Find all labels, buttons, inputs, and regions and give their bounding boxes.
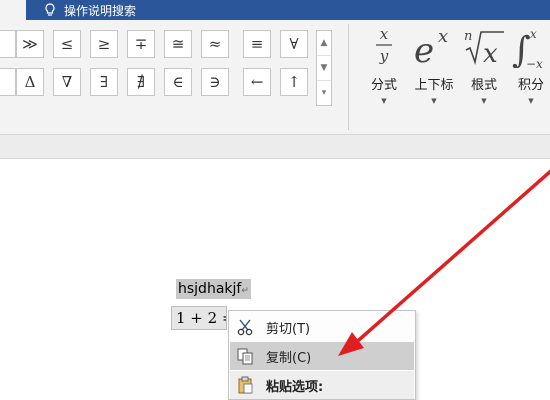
fraction-label: 分式 bbox=[370, 78, 397, 93]
symbol-button[interactable]: ∃ bbox=[90, 68, 118, 96]
symbol-button[interactable]: ∇ bbox=[53, 68, 81, 96]
radical-label: 根式 bbox=[470, 78, 497, 93]
tell-me-label: 操作说明搜索 bbox=[64, 3, 137, 18]
ribbon-tab-fragment[interactable] bbox=[0, 0, 26, 20]
document-text-line[interactable]: hsjdhakjf↵ bbox=[176, 279, 251, 299]
symbol-button[interactable]: ≈ bbox=[201, 30, 229, 58]
symbol-button[interactable]: ∋ bbox=[201, 68, 229, 96]
symbol-button[interactable]: ≡ bbox=[243, 30, 271, 58]
script-label: 上下标 bbox=[414, 78, 454, 93]
symbol-button[interactable] bbox=[0, 30, 16, 58]
symbol-button[interactable]: ↑ bbox=[280, 68, 308, 96]
context-menu: 剪切(T) 复制(C) 粘贴选项: bbox=[228, 310, 416, 400]
chevron-down-icon: ▼ bbox=[481, 97, 487, 105]
integral-icon: ∫ x −x bbox=[512, 24, 550, 68]
symbol-button[interactable]: ∈ bbox=[164, 68, 192, 96]
title-bar: 操作说明搜索 bbox=[0, 0, 550, 20]
equation-text: 1 + 2 = bbox=[176, 309, 226, 327]
lightbulb-icon bbox=[44, 3, 56, 17]
script-button[interactable]: e x 上下标 ▼ bbox=[408, 24, 460, 105]
equation-ribbon: ≫ ≤ ≥ ∓ ≅ ≈ ≡ ∀ Δ ∇ ∃ ∄ ∈ ∋ ← ↑ ▲ ▼ ▾ x … bbox=[0, 20, 550, 135]
ribbon-separator bbox=[348, 24, 349, 130]
paste-icon bbox=[230, 376, 260, 394]
fraction-icon: x y bbox=[364, 24, 404, 68]
selected-text: hsjdhakjf bbox=[178, 281, 242, 297]
symbol-button[interactable]: ← bbox=[243, 68, 271, 96]
symbol-button[interactable]: ∄ bbox=[127, 68, 155, 96]
svg-text:x: x bbox=[530, 27, 537, 41]
fraction-button[interactable]: x y 分式 ▼ bbox=[364, 24, 404, 105]
equation-box[interactable]: 1 + 2 = bbox=[171, 306, 227, 330]
menu-item-label: 粘贴选项: bbox=[266, 379, 324, 395]
symbol-button[interactable]: ≫ bbox=[16, 30, 44, 58]
chevron-down-icon: ▼ bbox=[381, 97, 387, 105]
tell-me-search[interactable]: 操作说明搜索 bbox=[44, 0, 136, 20]
svg-text:y: y bbox=[379, 47, 389, 65]
symbol-button[interactable] bbox=[0, 68, 16, 96]
svg-text:e: e bbox=[414, 31, 434, 68]
menu-item-label: 剪切(T) bbox=[266, 321, 311, 337]
script-icon: e x bbox=[408, 24, 460, 68]
chevron-down-icon: ▼ bbox=[528, 97, 534, 105]
copy-icon bbox=[230, 347, 260, 365]
symbol-gallery-scrollbar[interactable]: ▲ ▼ ▾ bbox=[316, 30, 332, 106]
svg-text:x: x bbox=[380, 25, 389, 43]
radical-icon: n x bbox=[462, 24, 506, 68]
menu-item-cut[interactable]: 剪切(T) bbox=[230, 313, 414, 341]
svg-text:x: x bbox=[483, 39, 498, 68]
symbol-button[interactable]: ∀ bbox=[280, 30, 308, 58]
svg-text:n: n bbox=[464, 29, 472, 44]
integral-label: 积分 bbox=[517, 78, 544, 93]
symbol-button[interactable]: Δ bbox=[16, 68, 44, 96]
radical-button[interactable]: n x 根式 ▼ bbox=[462, 24, 506, 105]
symbol-button[interactable]: ∓ bbox=[127, 30, 155, 58]
scroll-down-icon[interactable]: ▼ bbox=[317, 56, 331, 81]
paragraph-mark-icon: ↵ bbox=[241, 286, 249, 296]
ruler-strip bbox=[0, 135, 550, 159]
symbol-button[interactable]: ≥ bbox=[90, 30, 118, 58]
scissors-icon bbox=[230, 318, 260, 336]
svg-text:−x: −x bbox=[526, 57, 543, 68]
svg-text:x: x bbox=[438, 26, 448, 47]
integral-button[interactable]: ∫ x −x 积分 ▼ bbox=[512, 24, 550, 105]
symbol-gallery: ≫ ≤ ≥ ∓ ≅ ≈ ≡ ∀ Δ ∇ ∃ ∄ ∈ ∋ ← ↑ bbox=[0, 30, 312, 116]
gallery-expand-icon[interactable]: ▾ bbox=[317, 81, 331, 105]
scroll-up-icon[interactable]: ▲ bbox=[317, 31, 331, 56]
menu-item-paste-options: 粘贴选项: bbox=[230, 371, 414, 399]
symbol-button[interactable]: ≤ bbox=[53, 30, 81, 58]
chevron-down-icon: ▼ bbox=[431, 97, 437, 105]
symbol-button[interactable]: ≅ bbox=[164, 30, 192, 58]
menu-item-label: 复制(C) bbox=[266, 350, 312, 366]
menu-item-copy[interactable]: 复制(C) bbox=[230, 342, 414, 370]
